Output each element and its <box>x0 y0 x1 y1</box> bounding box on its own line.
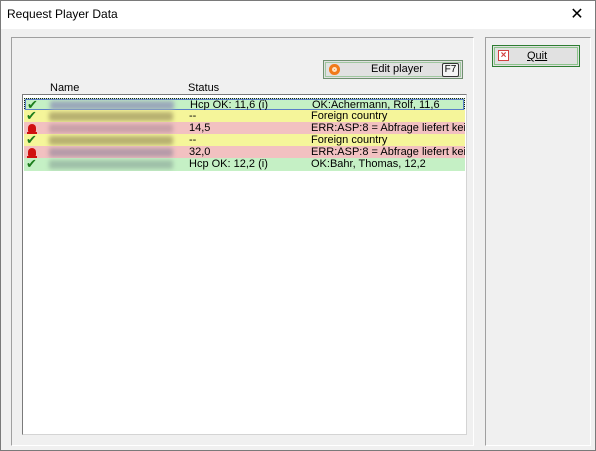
player-name-redacted <box>50 101 174 110</box>
side-panel <box>485 37 591 446</box>
quit-label: Quit <box>527 50 548 62</box>
dialog-window: Request Player Data ✕ Edit player F7 × Q… <box>0 0 596 451</box>
player-name-redacted <box>49 136 173 145</box>
shortcut-key-badge: F7 <box>442 63 459 77</box>
close-box-icon: × <box>498 50 509 61</box>
edit-target-icon <box>329 64 340 75</box>
player-name-redacted <box>49 148 173 157</box>
row-result: OK:Bahr, Thomas, 12,2 <box>311 158 426 170</box>
close-icon[interactable]: ✕ <box>567 5 587 25</box>
quit-button[interactable]: × Quit <box>492 45 580 67</box>
edit-player-label: Edit player <box>371 63 423 75</box>
player-list[interactable]: ✔ Hcp OK: 11,6 (i) OK:Achermann, Rolf, 11,… <box>22 94 467 435</box>
player-name-redacted <box>49 112 173 121</box>
player-name-redacted <box>49 160 173 169</box>
edit-player-button[interactable]: Edit player F7 <box>323 60 463 79</box>
row-status: Hcp OK: 12,2 (i) <box>189 158 268 170</box>
player-name-redacted <box>49 124 173 133</box>
column-header-name[interactable]: Name <box>50 82 79 94</box>
column-header-status[interactable]: Status <box>188 82 219 94</box>
window-title: Request Player Data <box>7 7 118 21</box>
title-bar: Request Player Data ✕ <box>1 1 595 29</box>
checkmark-icon: ✔ <box>26 158 37 171</box>
list-item[interactable]: ✔ Hcp OK: 12,2 (i) OK:Bahr, Thomas, 12,2 <box>24 158 465 171</box>
